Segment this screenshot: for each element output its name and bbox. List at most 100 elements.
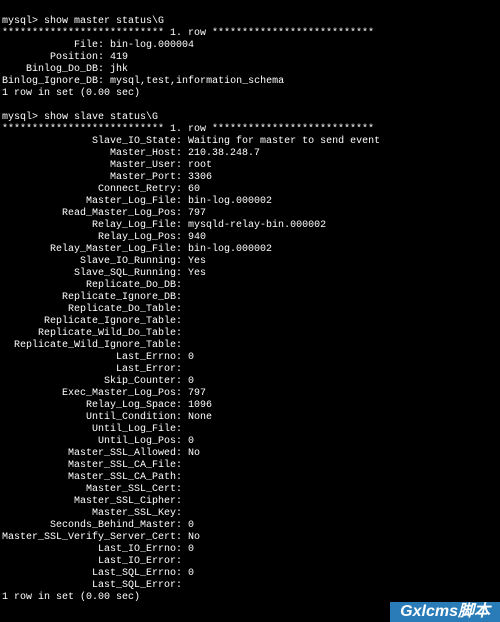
prompt-prefix: mysql>	[2, 112, 44, 123]
status-value: 797	[188, 388, 206, 400]
status-row: Connect_Retry: 60	[2, 184, 498, 196]
status-key: Master_Host:	[2, 148, 182, 160]
status-row: Position: 419	[2, 52, 498, 64]
status-row: Master_Port: 3306	[2, 172, 498, 184]
status-row: Read_Master_Log_Pos: 797	[2, 208, 498, 220]
rows-in-set-slave: 1 row in set (0.00 sec)	[2, 592, 140, 603]
status-key: Master_SSL_CA_Path:	[2, 472, 182, 484]
status-row: Last_Errno: 0	[2, 352, 498, 364]
status-key: Connect_Retry:	[2, 184, 182, 196]
status-row: Master_SSL_CA_File:	[2, 460, 498, 472]
status-value: bin-log.000002	[188, 244, 272, 256]
status-key: Binlog_Do_DB:	[2, 64, 104, 76]
status-row: Skip_Counter: 0	[2, 376, 498, 388]
status-row: Master_SSL_Allowed: No	[2, 448, 498, 460]
status-row: Last_SQL_Error:	[2, 580, 498, 592]
status-key: Binlog_Ignore_DB:	[2, 76, 104, 88]
status-key: Master_Log_File:	[2, 196, 182, 208]
status-value: 60	[188, 184, 200, 196]
status-value: bin-log.000004	[110, 40, 194, 52]
status-value: None	[188, 412, 212, 424]
status-key: Slave_IO_State:	[2, 136, 182, 148]
status-value: Yes	[188, 268, 206, 280]
slave-status-block: Slave_IO_State: Waiting for master to se…	[2, 136, 498, 592]
status-value: 3306	[188, 172, 212, 184]
status-key: Replicate_Ignore_Table:	[2, 316, 182, 328]
status-key: Master_SSL_Verify_Server_Cert:	[2, 532, 182, 544]
rows-in-set-master: 1 row in set (0.00 sec)	[2, 88, 140, 99]
status-value: 0	[188, 376, 194, 388]
watermark-badge: Gxlcms脚本	[390, 602, 500, 622]
status-value: jhk	[110, 64, 128, 76]
command-master: show master status\G	[44, 16, 164, 27]
status-key: Last_IO_Errno:	[2, 544, 182, 556]
status-key: Last_SQL_Errno:	[2, 568, 182, 580]
prompt-prefix: mysql>	[2, 16, 44, 27]
status-key: Master_SSL_Key:	[2, 508, 182, 520]
row-header-master: *************************** 1. row *****…	[2, 28, 374, 39]
master-status-block: File: bin-log.000004 Position: 419 Binlo…	[2, 40, 498, 88]
status-row: Last_IO_Errno: 0	[2, 544, 498, 556]
status-key: Master_SSL_CA_File:	[2, 460, 182, 472]
status-key: File:	[2, 40, 104, 52]
status-row: Last_Error:	[2, 364, 498, 376]
terminal[interactable]: mysql> show master status\G ************…	[0, 0, 500, 608]
status-key: Skip_Counter:	[2, 376, 182, 388]
status-row: Exec_Master_Log_Pos: 797	[2, 388, 498, 400]
status-row: Last_IO_Error:	[2, 556, 498, 568]
status-row: Until_Log_File:	[2, 424, 498, 436]
status-row: Until_Condition: None	[2, 412, 498, 424]
status-row: Slave_IO_Running: Yes	[2, 256, 498, 268]
status-key: Replicate_Wild_Ignore_Table:	[2, 340, 182, 352]
status-key: Relay_Log_Space:	[2, 400, 182, 412]
status-value: 940	[188, 232, 206, 244]
status-value: 797	[188, 208, 206, 220]
status-key: Relay_Master_Log_File:	[2, 244, 182, 256]
status-row: Master_SSL_Key:	[2, 508, 498, 520]
status-row: Until_Log_Pos: 0	[2, 436, 498, 448]
status-value: bin-log.000002	[188, 196, 272, 208]
status-value: 0	[188, 352, 194, 364]
status-row: Seconds_Behind_Master: 0	[2, 520, 498, 532]
status-key: Read_Master_Log_Pos:	[2, 208, 182, 220]
status-key: Last_IO_Error:	[2, 556, 182, 568]
status-key: Seconds_Behind_Master:	[2, 520, 182, 532]
status-row: Replicate_Do_Table:	[2, 304, 498, 316]
status-row: Relay_Master_Log_File: bin-log.000002	[2, 244, 498, 256]
status-value: 419	[110, 52, 128, 64]
status-key: Until_Log_File:	[2, 424, 182, 436]
status-value: mysqld-relay-bin.000002	[188, 220, 326, 232]
status-value: No	[188, 532, 200, 544]
status-value: 0	[188, 568, 194, 580]
status-key: Master_Port:	[2, 172, 182, 184]
status-key: Slave_SQL_Running:	[2, 268, 182, 280]
status-key: Last_SQL_Error:	[2, 580, 182, 592]
mysql-prompt: mysql> show slave status\G	[2, 112, 158, 123]
status-row: Replicate_Ignore_Table:	[2, 316, 498, 328]
status-key: Until_Condition:	[2, 412, 182, 424]
status-key: Master_SSL_Allowed:	[2, 448, 182, 460]
status-row: Master_SSL_Verify_Server_Cert: No	[2, 532, 498, 544]
status-row: Master_SSL_Cipher:	[2, 496, 498, 508]
status-row: Master_SSL_CA_Path:	[2, 472, 498, 484]
status-row: Replicate_Ignore_DB:	[2, 292, 498, 304]
status-value: mysql,test,information_schema	[110, 76, 284, 88]
status-key: Replicate_Ignore_DB:	[2, 292, 182, 304]
status-row: Relay_Log_File: mysqld-relay-bin.000002	[2, 220, 498, 232]
status-row: Binlog_Do_DB: jhk	[2, 64, 498, 76]
status-row: Slave_IO_State: Waiting for master to se…	[2, 136, 498, 148]
status-key: Relay_Log_File:	[2, 220, 182, 232]
status-key: Master_SSL_Cert:	[2, 484, 182, 496]
status-key: Replicate_Wild_Do_Table:	[2, 328, 182, 340]
status-key: Slave_IO_Running:	[2, 256, 182, 268]
status-row: Last_SQL_Errno: 0	[2, 568, 498, 580]
status-value: 0	[188, 520, 194, 532]
status-row: Replicate_Do_DB:	[2, 280, 498, 292]
status-row: Master_SSL_Cert:	[2, 484, 498, 496]
status-key: Relay_Log_Pos:	[2, 232, 182, 244]
status-row: Binlog_Ignore_DB: mysql,test,information…	[2, 76, 498, 88]
status-value: Yes	[188, 256, 206, 268]
status-key: Replicate_Do_Table:	[2, 304, 182, 316]
status-row: Slave_SQL_Running: Yes	[2, 268, 498, 280]
status-row: Master_User: root	[2, 160, 498, 172]
